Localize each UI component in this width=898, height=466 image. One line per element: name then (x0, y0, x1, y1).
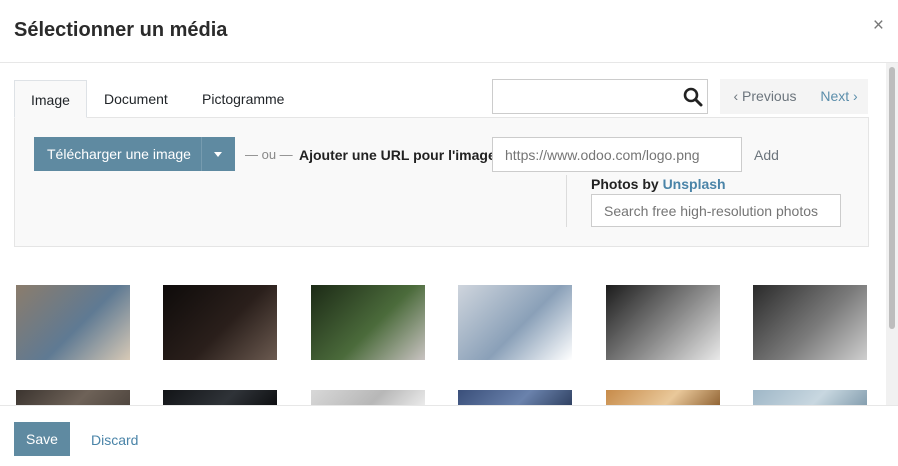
tab-document[interactable]: Document (88, 80, 184, 118)
image-url-input[interactable] (492, 137, 742, 172)
discard-button[interactable]: Discard (91, 432, 138, 448)
previous-button[interactable]: ‹ Previous (720, 79, 810, 114)
tab-image[interactable]: Image (14, 80, 87, 118)
thumbnail-hands-dark[interactable] (163, 285, 277, 360)
thumbnail-crowd-bw[interactable] (753, 285, 867, 360)
url-label: Ajouter une URL pour l'image (299, 147, 496, 163)
unsplash-divider (566, 175, 567, 227)
or-separator: — ou — (245, 147, 293, 162)
dialog-header: Sélectionner un média × (0, 0, 898, 63)
thumbnail-row2-1[interactable] (16, 390, 130, 405)
caret-down-icon[interactable] (214, 152, 222, 157)
thumbnail-row2-2[interactable] (163, 390, 277, 405)
thumbnail-row2-4[interactable] (458, 390, 572, 405)
close-icon[interactable]: × (873, 16, 884, 36)
search-box (492, 79, 708, 114)
search-icon[interactable] (683, 87, 703, 107)
unsplash-title: Photos by Unsplash (591, 176, 726, 192)
tab-pictogramme[interactable]: Pictogramme (186, 80, 300, 118)
add-url-button[interactable]: Add (754, 147, 779, 163)
thumbnail-sail[interactable] (458, 285, 572, 360)
save-button[interactable]: Save (14, 422, 70, 456)
thumbnail-row2-5[interactable] (606, 390, 720, 405)
scrollbar[interactable] (886, 63, 898, 405)
unsplash-link[interactable]: Unsplash (663, 176, 726, 192)
thumbnail-row2-3[interactable] (311, 390, 425, 405)
scrollbar-thumb[interactable] (889, 67, 895, 329)
search-input[interactable] (493, 80, 678, 113)
media-dialog: Sélectionner un média × Image Document P… (0, 0, 898, 466)
upload-image-label: Télécharger une image (47, 146, 191, 162)
unsplash-search-input[interactable] (591, 194, 841, 227)
next-button[interactable]: Next › (810, 79, 868, 114)
dialog-body: Image Document Pictogramme ‹ Previous Ne… (0, 63, 886, 405)
thumbnail-office-desks[interactable] (16, 285, 130, 360)
thumbnail-skyscrapers[interactable] (606, 285, 720, 360)
dialog-footer: Save Discard (0, 405, 898, 466)
upload-separator (201, 137, 202, 171)
unsplash-prefix: Photos by (591, 176, 663, 192)
dialog-title: Sélectionner un média (14, 19, 228, 41)
thumbnail-row2-6[interactable] (753, 390, 867, 405)
thumbnail-mailbox[interactable] (311, 285, 425, 360)
upload-image-button[interactable]: Télécharger une image (34, 137, 235, 171)
